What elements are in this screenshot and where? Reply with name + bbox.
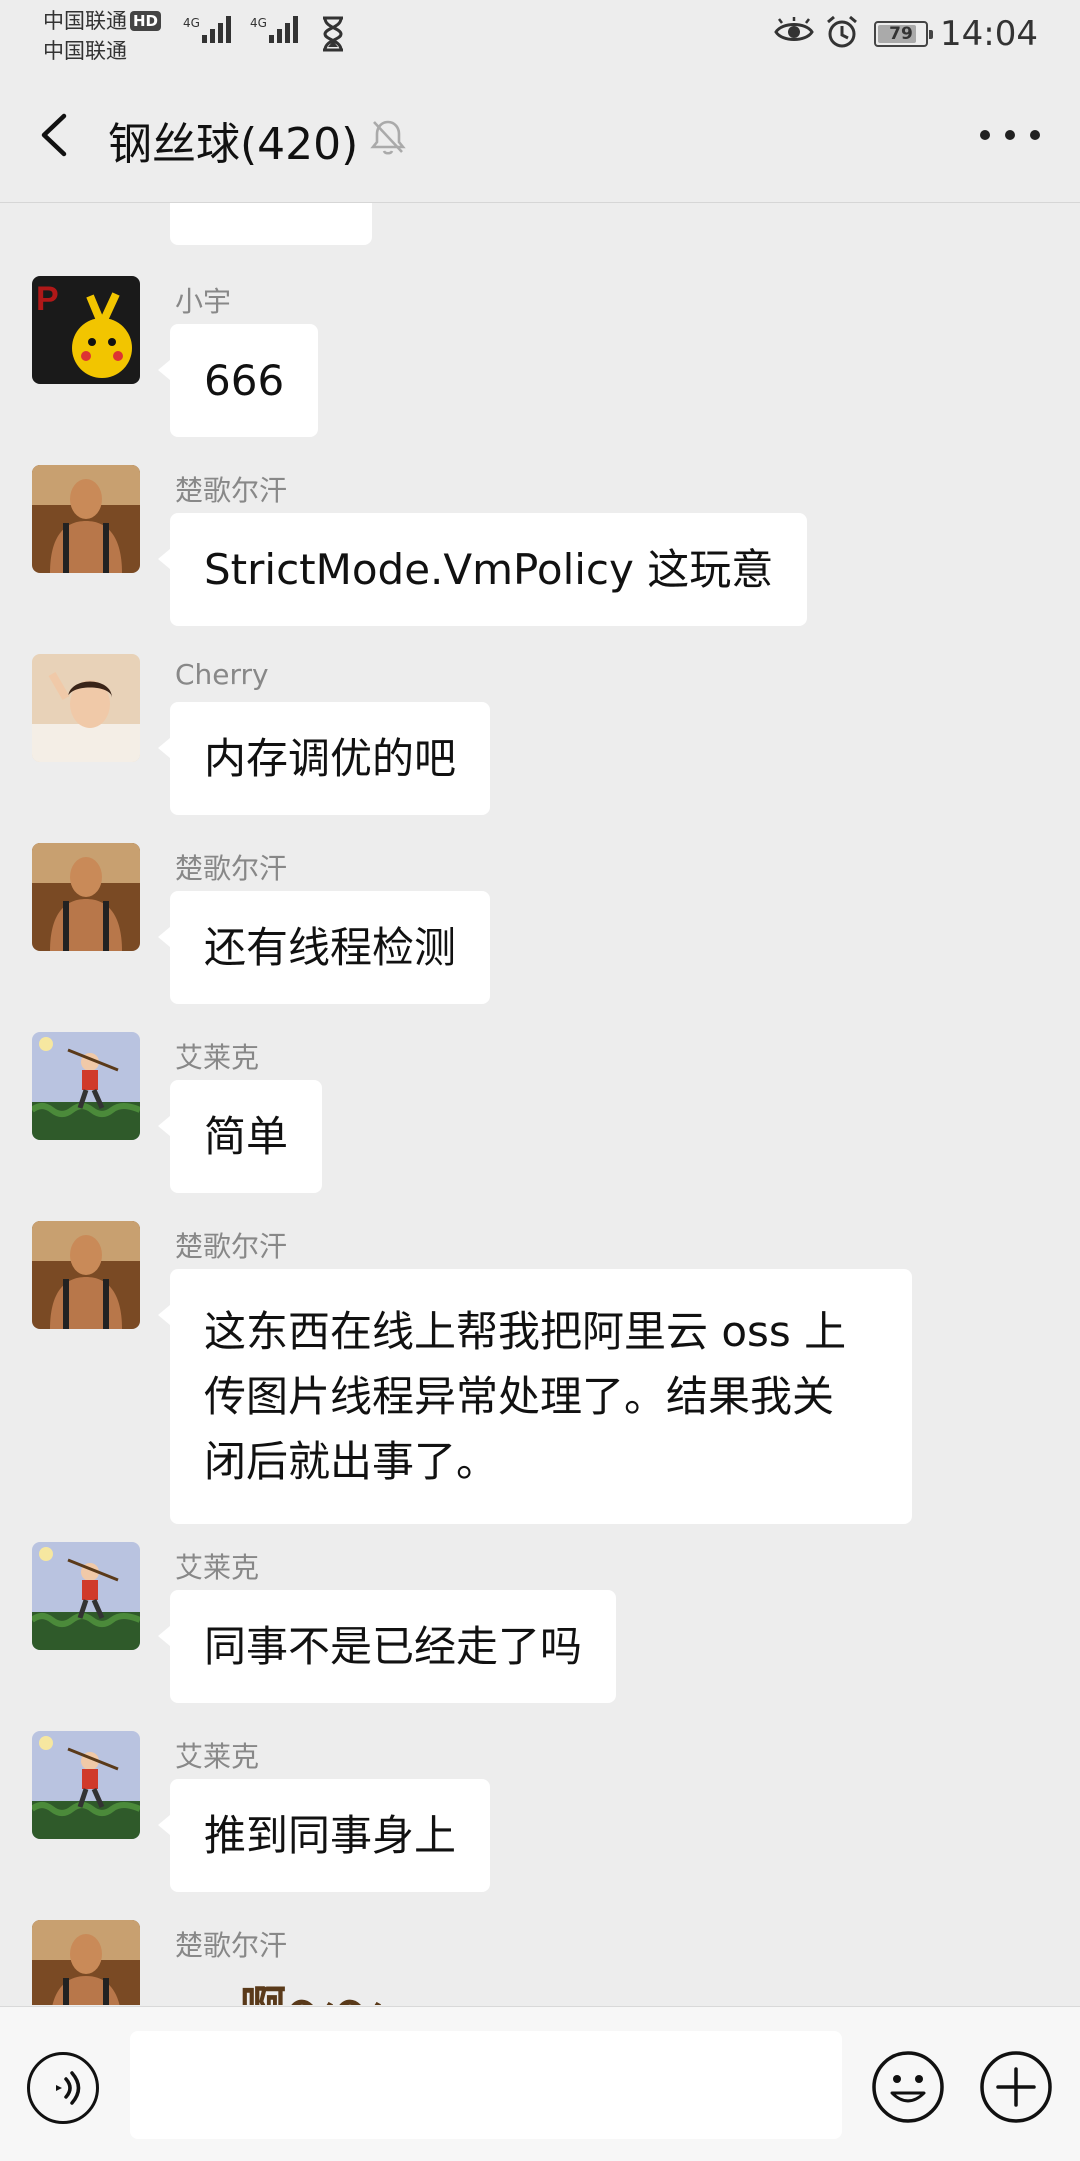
sender-name: 楚歌尔汗	[175, 1230, 288, 1263]
battery-icon: 79	[874, 21, 934, 47]
message-line: 闭后就出事了。	[204, 1437, 499, 1486]
hd-badge: HD	[130, 11, 162, 31]
more-dots-icon	[980, 130, 990, 140]
back-arrow-icon	[41, 113, 67, 157]
emoji-icon	[872, 2051, 944, 2123]
plus-button[interactable]	[978, 2049, 1054, 2125]
message-bubble[interactable]: 内存调优的吧	[157, 702, 491, 815]
sender-name: 小宇	[175, 285, 232, 318]
network-type-2: 4G	[250, 16, 267, 30]
carrier-2: 中国联通	[43, 39, 127, 63]
message-bubble[interactable]: 这东西在线上帮我把阿里云 oss 上 传图片线程异常处理了。结果我关 闭后就出事…	[158, 1269, 912, 1524]
avatar[interactable]	[32, 654, 140, 762]
message-bubble[interactable]: 简单	[157, 1080, 323, 1193]
sender-name: 艾莱克	[175, 1740, 260, 1773]
sender-name: Cherry	[175, 658, 269, 691]
emoji-button[interactable]	[870, 2049, 946, 2125]
avatar[interactable]	[32, 1221, 140, 1329]
message-bubble[interactable]: StrictMode.VmPolicy 这玩意	[157, 513, 808, 626]
input-bar	[0, 2006, 1080, 2161]
message-line: 传图片线程异常处理了。结果我关	[204, 1372, 835, 1421]
avatar[interactable]	[32, 1920, 140, 2005]
avatar[interactable]	[32, 1032, 140, 1140]
avatar[interactable]: P	[32, 276, 140, 384]
avatar[interactable]	[32, 1542, 140, 1650]
back-button[interactable]	[32, 110, 82, 160]
avatar[interactable]	[32, 1731, 140, 1839]
signal-icon: 4G	[183, 16, 234, 43]
avatar[interactable]	[32, 465, 140, 573]
message-list[interactable]: P 小宇 666 楚歌尔汗 StrictMode.VmPolicy 这玩意 Ch…	[0, 203, 1080, 2005]
avatar[interactable]	[32, 843, 140, 951]
carrier-1: 中国联通	[43, 9, 127, 33]
svg-text:P: P	[36, 280, 59, 318]
sender-name: 楚歌尔汗	[175, 1929, 288, 1962]
signal-icon-2: 4G	[250, 16, 301, 43]
message-bubble[interactable]: 还有线程检测	[157, 891, 491, 1004]
sender-name: 艾莱克	[175, 1551, 260, 1584]
eye-icon	[774, 17, 814, 51]
voice-icon	[56, 2071, 81, 2105]
page-title: 钢丝球(420)	[108, 119, 359, 170]
hourglass-icon	[320, 16, 346, 56]
battery-level: 79	[889, 24, 913, 44]
message-input[interactable]	[130, 2031, 842, 2139]
message-bubble[interactable]: 同事不是已经走了吗	[157, 1590, 617, 1703]
sender-name: 艾莱克	[175, 1041, 260, 1074]
message-bubble[interactable]: 666	[157, 324, 319, 437]
message-bubble[interactable]: 推到同事身上	[157, 1779, 491, 1892]
chat-header: 钢丝球(420)	[0, 70, 1080, 203]
clock: 14:04	[940, 14, 1038, 54]
plus-icon	[980, 2051, 1052, 2123]
sender-name: 楚歌尔汗	[175, 474, 288, 507]
alarm-icon	[824, 14, 860, 54]
sticker-message[interactable]: 啊～～	[240, 1972, 384, 2005]
status-bar: 中国联通 HD 中国联通 4G 4G 79 14:04	[0, 0, 1080, 70]
sender-name: 楚歌尔汗	[175, 852, 288, 885]
message-line: 这东西在线上帮我把阿里云 oss 上	[204, 1307, 847, 1356]
more-button[interactable]	[980, 110, 1040, 160]
carrier-info: 中国联通 HD 中国联通	[43, 6, 162, 66]
bell-muted-icon	[370, 118, 406, 160]
network-type-1: 4G	[183, 16, 200, 30]
voice-button[interactable]	[27, 2052, 99, 2124]
message-bubble-partial	[170, 203, 372, 245]
